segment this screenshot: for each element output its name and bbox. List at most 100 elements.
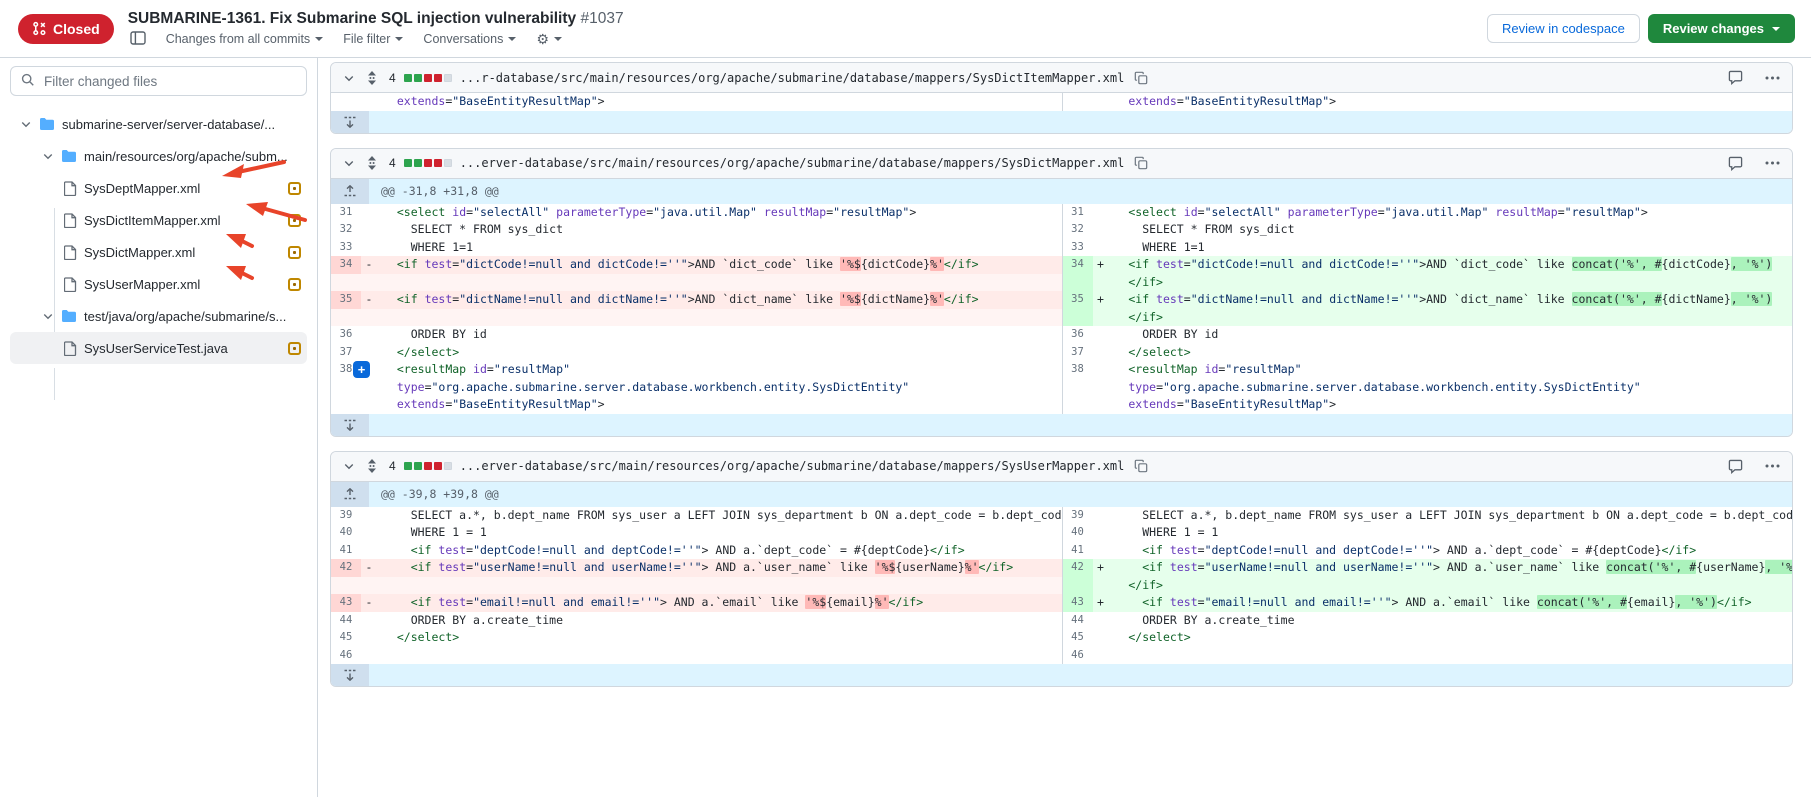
code-segment xyxy=(1115,205,1129,219)
code-segment: </if> xyxy=(930,543,965,557)
line-number[interactable]: 36 xyxy=(331,326,361,344)
tree-file-sysuserservicetest-java[interactable]: SysUserServiceTest.java xyxy=(10,332,307,364)
line-number[interactable]: 37 xyxy=(1063,344,1093,362)
copy-path-button[interactable] xyxy=(1132,69,1150,87)
expand-down-button[interactable] xyxy=(331,414,369,436)
expand-up-button[interactable] xyxy=(331,179,369,204)
line-number[interactable]: 43 xyxy=(331,594,361,612)
file-filter-dropdown[interactable]: File filter xyxy=(343,32,403,46)
tree-file-sysdeptmapper-xml[interactable]: SysDeptMapper.xml xyxy=(10,172,307,204)
line-number[interactable]: 46 xyxy=(331,647,361,665)
line-number[interactable]: 38 xyxy=(1063,361,1093,379)
line-number[interactable]: 35 xyxy=(1063,291,1093,309)
line-number[interactable]: 42 xyxy=(331,559,361,577)
line-number[interactable]: 32 xyxy=(331,221,361,239)
line-number[interactable]: 40 xyxy=(1063,524,1093,542)
file-comment-button[interactable] xyxy=(1726,154,1745,173)
line-number[interactable]: 40 xyxy=(331,524,361,542)
collapse-file-button[interactable] xyxy=(341,458,357,474)
tree-file-sysdictitemmapper-xml[interactable]: SysDictItemMapper.xml xyxy=(10,204,307,236)
diff-cell-right: 31 <select id="selectAll" parameterType=… xyxy=(1062,204,1793,222)
code-segment: WHERE 1 = 1 xyxy=(1115,525,1219,539)
diff-cell-left: 34- <if test="dictCode!=null and dictCod… xyxy=(331,256,1062,291)
tree-folder-test-java-org-apache-submarine-s-[interactable]: test/java/org/apache/submarine/s... xyxy=(10,300,307,332)
line-number[interactable]: 37 xyxy=(331,344,361,362)
file-path-link[interactable]: ...r-database/src/main/resources/org/apa… xyxy=(460,71,1125,85)
drag-grabber-icon[interactable] xyxy=(365,154,379,172)
collapse-file-button[interactable] xyxy=(341,155,357,171)
tree-folder-main-resources-org-apache-subm-[interactable]: main/resources/org/apache/subm... xyxy=(10,140,307,172)
tree-file-sysusermapper-xml[interactable]: SysUserMapper.xml xyxy=(10,268,307,300)
code-segment xyxy=(1198,362,1205,376)
review-in-codespace-button[interactable]: Review in codespace xyxy=(1487,14,1640,43)
line-number[interactable]: 33 xyxy=(1063,239,1093,257)
code-line: extends="BaseEntityResultMap"> xyxy=(1063,396,1793,414)
expand-down-button[interactable] xyxy=(331,111,369,133)
review-changes-button[interactable]: Review changes xyxy=(1648,14,1795,43)
file-filter-input[interactable] xyxy=(42,73,296,90)
code-segment: {dictName} xyxy=(1662,292,1731,306)
line-number[interactable]: 34 xyxy=(331,256,361,274)
line-number[interactable] xyxy=(1063,274,1093,292)
code-line: extends="BaseEntityResultMap"> xyxy=(1063,93,1793,111)
line-number[interactable]: 44 xyxy=(331,612,361,630)
file-options-kebab-button[interactable] xyxy=(1763,462,1782,470)
line-number[interactable] xyxy=(1063,577,1093,595)
add-comment-button[interactable]: + xyxy=(353,361,370,378)
file-comment-button[interactable] xyxy=(1726,68,1745,87)
line-number[interactable] xyxy=(331,379,361,397)
diffstat-squares xyxy=(404,74,452,82)
file-options-kebab-button[interactable] xyxy=(1763,74,1782,82)
tree-folder-submarine-server-server-database-[interactable]: submarine-server/server-database/... xyxy=(10,108,307,140)
line-number[interactable] xyxy=(1063,93,1093,111)
line-number[interactable]: 42 xyxy=(1063,559,1093,577)
line-number[interactable] xyxy=(1063,396,1093,414)
line-number[interactable]: 45 xyxy=(331,629,361,647)
copy-path-button[interactable] xyxy=(1132,154,1150,172)
file-path-link[interactable]: ...erver-database/src/main/resources/org… xyxy=(460,156,1125,170)
diff-marker xyxy=(361,344,377,362)
code-line: 39 SELECT a.*, b.dept_name FROM sys_user… xyxy=(331,507,1062,525)
code-segment xyxy=(1115,630,1129,644)
line-number[interactable]: 44 xyxy=(1063,612,1093,630)
tree-item-label: SysDeptMapper.xml xyxy=(84,181,200,196)
sidebar-toggle-button[interactable] xyxy=(130,31,146,48)
line-number[interactable] xyxy=(1063,379,1093,397)
line-number[interactable]: 41 xyxy=(1063,542,1093,560)
line-number[interactable]: 41 xyxy=(331,542,361,560)
file-comment-button[interactable] xyxy=(1726,457,1745,476)
line-number[interactable]: 35 xyxy=(331,291,361,309)
tree-file-sysdictmapper-xml[interactable]: SysDictMapper.xml xyxy=(10,236,307,268)
file-path-link[interactable]: ...erver-database/src/main/resources/org… xyxy=(460,459,1125,473)
line-number[interactable]: 43 xyxy=(1063,594,1093,612)
collapse-file-button[interactable] xyxy=(341,70,357,86)
line-number[interactable] xyxy=(331,93,361,111)
code-text: ORDER BY a.create_time xyxy=(377,612,1062,630)
expand-down-button[interactable] xyxy=(331,664,369,686)
code-line: 32 SELECT * FROM sys_dict xyxy=(331,221,1062,239)
expand-up-button[interactable] xyxy=(331,482,369,507)
line-number[interactable]: 46 xyxy=(1063,647,1093,665)
line-number[interactable] xyxy=(331,396,361,414)
line-number[interactable]: 33 xyxy=(331,239,361,257)
code-segment: resultMap xyxy=(1495,205,1557,219)
line-number[interactable]: 32 xyxy=(1063,221,1093,239)
changes-from-dropdown[interactable]: Changes from all commits xyxy=(166,32,324,46)
line-number[interactable]: 39 xyxy=(1063,507,1093,525)
line-number[interactable]: 31 xyxy=(331,204,361,222)
line-number[interactable]: 34 xyxy=(1063,256,1093,274)
diff-settings-dropdown[interactable]: ⚙ xyxy=(536,31,562,48)
line-number[interactable] xyxy=(1063,309,1093,327)
line-number[interactable]: 36 xyxy=(1063,326,1093,344)
line-number[interactable]: 45 xyxy=(1063,629,1093,647)
drag-grabber-icon[interactable] xyxy=(365,457,379,475)
changes-count: 4 xyxy=(389,156,396,170)
line-number[interactable]: 39 xyxy=(331,507,361,525)
copy-path-button[interactable] xyxy=(1132,457,1150,475)
line-number[interactable]: 31 xyxy=(1063,204,1093,222)
file-options-kebab-button[interactable] xyxy=(1763,159,1782,167)
conversations-dropdown[interactable]: Conversations xyxy=(423,32,516,46)
diff-marker: - xyxy=(361,291,377,309)
drag-grabber-icon[interactable] xyxy=(365,69,379,87)
code-line: 38 <resultMap id="resultMap"+ xyxy=(331,361,1062,379)
